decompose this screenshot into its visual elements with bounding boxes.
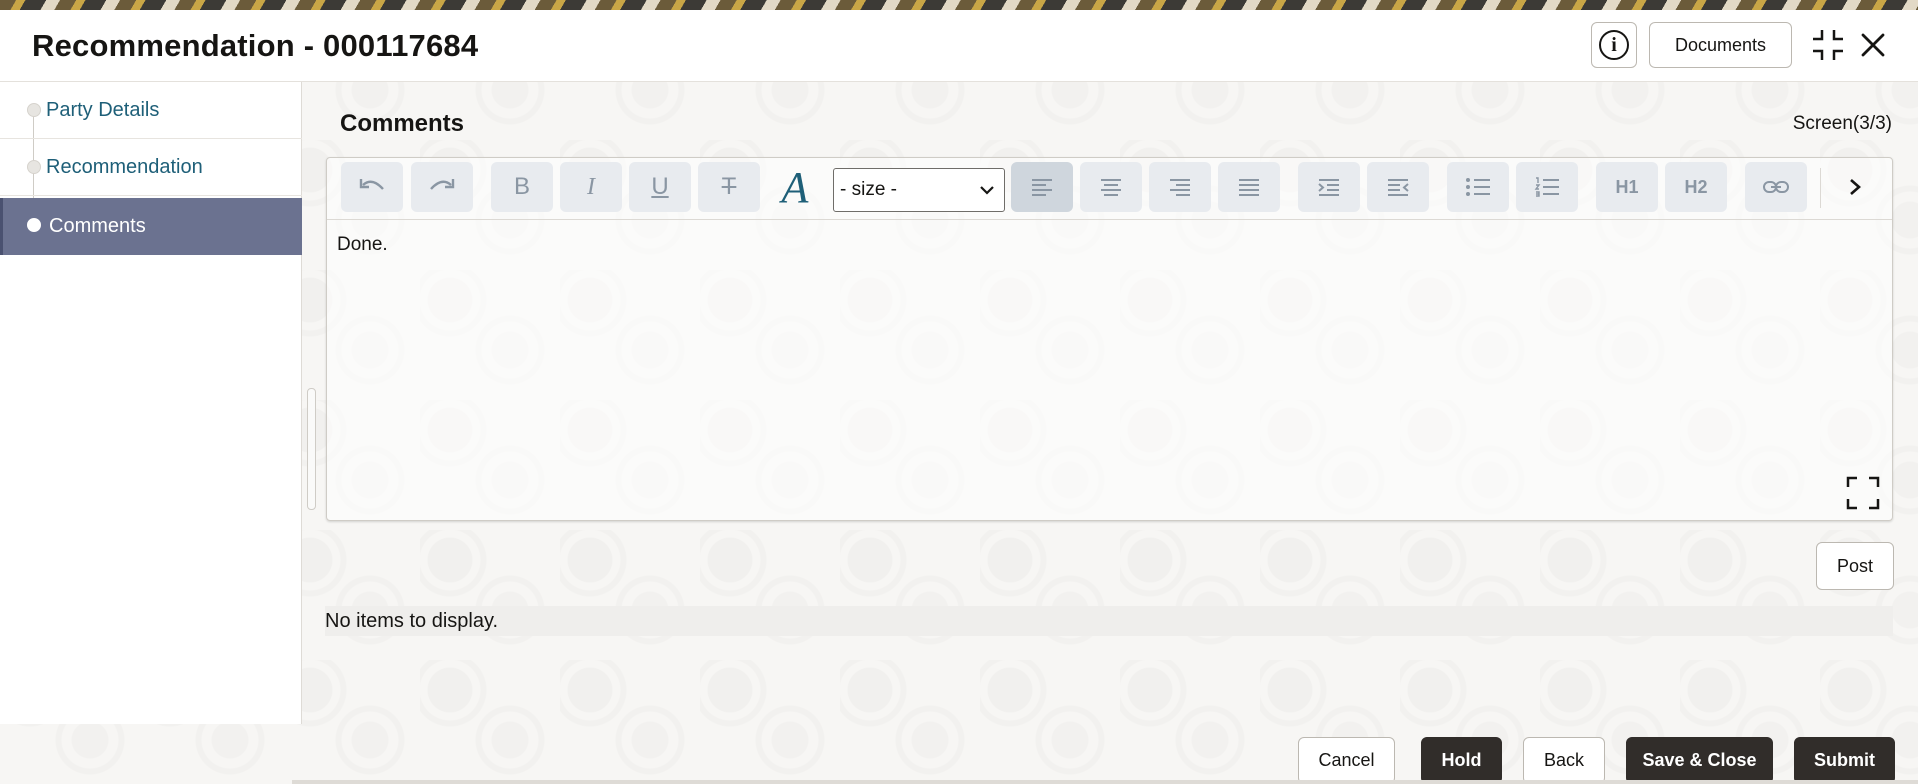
font-color-icon: A bbox=[781, 162, 809, 212]
underline-button[interactable]: U bbox=[629, 162, 691, 212]
heading-2-button[interactable]: H2 bbox=[1665, 162, 1727, 212]
post-button[interactable]: Post bbox=[1816, 542, 1894, 590]
bold-button[interactable]: B bbox=[491, 162, 553, 212]
collapse-icon[interactable] bbox=[1811, 28, 1845, 62]
undo-icon bbox=[359, 179, 384, 190]
sidebar-item-comments[interactable]: Comments bbox=[0, 198, 302, 255]
strikethrough-icon: T bbox=[721, 173, 737, 200]
empty-comments-message: No items to display. bbox=[325, 606, 1893, 636]
sidebar-item-label: Party Details bbox=[46, 98, 160, 121]
step-dot-icon bbox=[27, 160, 41, 174]
align-right-button[interactable] bbox=[1149, 162, 1211, 212]
align-center-icon bbox=[1101, 179, 1121, 196]
save-close-button[interactable]: Save & Close bbox=[1626, 737, 1773, 784]
italic-button[interactable]: I bbox=[560, 162, 622, 212]
sidebar-item-party-details[interactable]: Party Details bbox=[0, 82, 302, 139]
bottom-border bbox=[292, 780, 1918, 784]
numbered-list-icon bbox=[1534, 177, 1559, 197]
heading-2-icon: H2 bbox=[1684, 176, 1708, 197]
page-title: Recommendation - 000117684 bbox=[32, 28, 479, 63]
recommendation-dialog: Recommendation - 000117684 i Documents P… bbox=[0, 10, 1918, 784]
rich-text-editor: B I U T A - size - H1 H2 Done. bbox=[326, 157, 1893, 521]
link-icon bbox=[1763, 181, 1789, 193]
align-left-button[interactable] bbox=[1011, 162, 1073, 212]
sidebar-item-label: Recommendation bbox=[46, 155, 203, 178]
bullet-list-button[interactable] bbox=[1447, 162, 1509, 212]
chevron-right-icon bbox=[1850, 179, 1861, 195]
sidebar-nav: Party Details Recommendation Comments bbox=[0, 82, 302, 724]
close-icon[interactable] bbox=[1858, 30, 1888, 60]
bold-icon: B bbox=[513, 173, 530, 200]
sidebar-item-recommendation[interactable]: Recommendation bbox=[0, 139, 302, 196]
align-left-icon bbox=[1032, 179, 1052, 196]
documents-button[interactable]: Documents bbox=[1649, 22, 1792, 68]
step-dot-icon bbox=[27, 103, 41, 117]
undo-button[interactable] bbox=[341, 162, 403, 212]
expand-icon[interactable] bbox=[1846, 476, 1880, 510]
app-banner-strip bbox=[0, 0, 1918, 10]
font-size-value: - size - bbox=[840, 179, 897, 200]
align-justify-button[interactable] bbox=[1218, 162, 1280, 212]
font-size-select[interactable]: - size - bbox=[833, 168, 1005, 212]
cancel-button[interactable]: Cancel bbox=[1298, 737, 1395, 784]
align-justify-icon bbox=[1239, 179, 1259, 196]
align-right-icon bbox=[1170, 179, 1190, 196]
bullet-list-icon bbox=[1466, 178, 1490, 196]
italic-icon: I bbox=[587, 173, 595, 200]
strikethrough-button[interactable]: T bbox=[698, 162, 760, 212]
heading-1-icon: H1 bbox=[1615, 176, 1639, 197]
indent-button[interactable] bbox=[1298, 162, 1360, 212]
toolbar-more-button[interactable] bbox=[1830, 162, 1880, 212]
hold-button[interactable]: Hold bbox=[1421, 737, 1502, 784]
editor-toolbar: B I U T A - size - H1 H2 bbox=[327, 158, 1892, 220]
editor-content[interactable]: Done. bbox=[337, 234, 388, 256]
underline-icon: U bbox=[651, 173, 669, 200]
heading-1-button[interactable]: H1 bbox=[1596, 162, 1658, 212]
redo-icon bbox=[430, 179, 455, 190]
screen-counter: Screen(3/3) bbox=[1792, 113, 1892, 134]
insert-link-button[interactable] bbox=[1745, 162, 1807, 212]
submit-button[interactable]: Submit bbox=[1794, 737, 1895, 784]
numbered-list-button[interactable] bbox=[1516, 162, 1578, 212]
align-center-button[interactable] bbox=[1080, 162, 1142, 212]
toolbar-divider bbox=[1820, 168, 1821, 208]
indent-icon bbox=[1318, 179, 1339, 196]
sidebar-item-label: Comments bbox=[49, 215, 146, 237]
font-color-button[interactable]: A bbox=[773, 162, 817, 212]
dialog-header: Recommendation - 000117684 i Documents bbox=[0, 10, 1918, 82]
info-icon: i bbox=[1599, 30, 1629, 60]
sidebar-scrollbar[interactable] bbox=[307, 388, 316, 510]
redo-button[interactable] bbox=[411, 162, 473, 212]
step-dot-icon bbox=[27, 218, 41, 232]
section-title: Comments bbox=[340, 110, 465, 137]
outdent-icon bbox=[1388, 179, 1409, 196]
info-button[interactable]: i bbox=[1591, 22, 1637, 68]
chevron-down-icon bbox=[980, 186, 994, 195]
outdent-button[interactable] bbox=[1367, 162, 1429, 212]
back-button[interactable]: Back bbox=[1523, 737, 1605, 784]
